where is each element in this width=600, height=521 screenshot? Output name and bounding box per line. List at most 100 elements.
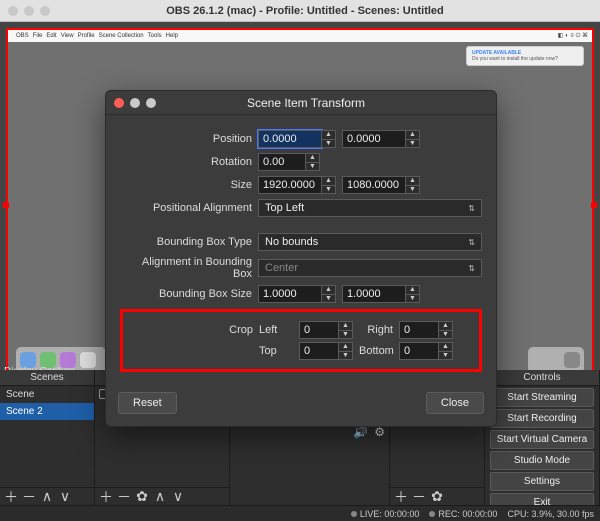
menu-item: File [33, 33, 43, 39]
scenes-panel: Scenes Scene Scene 2 ＋ － ∧ ∨ [0, 370, 95, 505]
rotation-label: Rotation [120, 156, 252, 168]
stepper-down-icon[interactable]: ▼ [306, 162, 319, 171]
cpu-status: CPU: 3.9%, 30.00 fps [507, 509, 594, 519]
remove-scene-button[interactable]: － [22, 487, 36, 507]
stepper-up-icon[interactable]: ▲ [339, 343, 352, 351]
crop-top-label: Top [259, 345, 293, 357]
stepper-up-icon[interactable]: ▲ [406, 177, 419, 185]
stepper-down-icon[interactable]: ▼ [439, 351, 452, 360]
stepper-up-icon[interactable]: ▲ [322, 286, 335, 294]
bounding-box-type-select[interactable]: No bounds ⇅ [258, 233, 482, 251]
size-w-input[interactable] [258, 176, 322, 194]
menu-item: Edit [46, 33, 56, 39]
crop-bottom-input[interactable] [399, 342, 439, 360]
stepper-up-icon[interactable]: ▲ [439, 322, 452, 330]
gear-icon[interactable]: ⚙ [374, 425, 385, 439]
start-recording-button[interactable]: Start Recording [490, 409, 595, 428]
bb-size-w-input[interactable] [258, 285, 322, 303]
dialog-titlebar[interactable]: Scene Item Transform [106, 91, 496, 115]
menu-item: View [61, 33, 74, 39]
add-scene-button[interactable]: ＋ [4, 487, 18, 507]
position-x-input[interactable] [258, 130, 322, 148]
studio-mode-button[interactable]: Studio Mode [490, 451, 595, 470]
chevron-updown-icon: ⇅ [468, 238, 475, 247]
bb-size-h-input[interactable] [342, 285, 406, 303]
stepper-down-icon[interactable]: ▼ [322, 185, 335, 194]
stepper-down-icon[interactable]: ▼ [439, 330, 452, 339]
transitions-toolbar: ＋ － ✿ [390, 487, 484, 505]
crop-top-input[interactable] [299, 342, 339, 360]
size-h-input[interactable] [342, 176, 406, 194]
stepper-down-icon[interactable]: ▼ [322, 139, 335, 148]
position-y-input[interactable] [342, 130, 406, 148]
stepper-down-icon[interactable]: ▼ [339, 351, 352, 360]
position-label: Position [120, 133, 252, 145]
stepper-up-icon[interactable]: ▲ [406, 286, 419, 294]
close-button[interactable]: Close [426, 392, 484, 414]
reset-button[interactable]: Reset [118, 392, 177, 414]
scenes-header: Scenes [0, 370, 94, 386]
crop-label: Crop [131, 324, 253, 336]
bb-size-label: Bounding Box Size [120, 288, 252, 300]
remove-transition-button[interactable]: － [412, 487, 426, 507]
controls-panel: Controls Start Streaming Start Recording… [485, 370, 600, 505]
scene-item-transform-dialog: Scene Item Transform Position ▲▼ ▲▼ Rota… [105, 90, 497, 427]
stepper-up-icon[interactable]: ▲ [306, 154, 319, 162]
exit-button[interactable]: Exit [490, 493, 595, 505]
crop-left-label: Left [259, 324, 293, 336]
source-up-button[interactable]: ∧ [153, 488, 167, 505]
notification-body: Do you want to install the update now? [472, 56, 578, 62]
start-streaming-button[interactable]: Start Streaming [490, 388, 595, 407]
sources-toolbar: ＋ － ✿ ∧ ∨ [95, 487, 229, 505]
resize-handle-left[interactable] [3, 202, 9, 208]
transition-properties-button[interactable]: ✿ [430, 488, 444, 505]
close-window-icon[interactable] [8, 6, 18, 16]
scene-item[interactable]: Scene [0, 386, 94, 403]
menu-item: Tools [148, 33, 162, 39]
positional-alignment-label: Positional Alignment [120, 202, 252, 214]
scene-item-selected[interactable]: Scene 2 [0, 403, 94, 420]
combo-value: No bounds [265, 236, 318, 248]
source-down-button[interactable]: ∨ [171, 488, 185, 505]
stepper-up-icon[interactable]: ▲ [439, 343, 452, 351]
source-properties-button[interactable]: ✿ [135, 488, 149, 505]
crop-right-label: Right [359, 324, 393, 336]
status-bar: LIVE: 00:00:00 REC: 00:00:00 CPU: 3.9%, … [0, 505, 600, 521]
rec-indicator-icon [429, 511, 435, 517]
stepper-down-icon[interactable]: ▼ [322, 294, 335, 303]
bb-alignment-label: Alignment in Bounding Box [120, 256, 252, 280]
bb-alignment-select: Center⇅ [258, 259, 482, 277]
stepper-up-icon[interactable]: ▲ [339, 322, 352, 330]
stepper-down-icon[interactable]: ▼ [406, 139, 419, 148]
close-icon[interactable] [114, 98, 124, 108]
settings-button[interactable]: Settings [490, 472, 595, 491]
rec-status: REC: 00:00:00 [429, 509, 497, 519]
remove-source-button[interactable]: － [117, 487, 131, 507]
resize-handle-right[interactable] [591, 202, 597, 208]
crop-left-input[interactable] [299, 321, 339, 339]
positional-alignment-select[interactable]: Top Left ⇅ [258, 199, 482, 217]
combo-value: Top Left [265, 202, 304, 214]
stepper-down-icon[interactable]: ▼ [339, 330, 352, 339]
live-indicator-icon [351, 511, 357, 517]
stepper-down-icon[interactable]: ▼ [406, 185, 419, 194]
stepper-down-icon[interactable]: ▼ [406, 294, 419, 303]
controls-header: Controls [485, 370, 599, 386]
scene-up-button[interactable]: ∧ [40, 488, 54, 505]
stepper-up-icon[interactable]: ▲ [322, 177, 335, 185]
start-virtual-camera-button[interactable]: Start Virtual Camera [490, 430, 595, 449]
scene-down-button[interactable]: ∨ [58, 488, 72, 505]
crop-right-input[interactable] [399, 321, 439, 339]
add-source-button[interactable]: ＋ [99, 487, 113, 507]
rotation-input[interactable] [258, 153, 306, 171]
add-transition-button[interactable]: ＋ [394, 487, 408, 507]
live-status: LIVE: 00:00:00 [351, 509, 420, 519]
menu-item: Help [166, 33, 178, 39]
menu-item: OBS [16, 33, 29, 39]
speaker-icon[interactable]: 🔊 [353, 425, 368, 439]
scenes-list[interactable]: Scene Scene 2 [0, 386, 94, 487]
stepper-up-icon[interactable]: ▲ [322, 131, 335, 139]
menu-item: Profile [78, 33, 95, 39]
stepper-up-icon[interactable]: ▲ [406, 131, 419, 139]
chevron-updown-icon: ⇅ [468, 204, 475, 213]
